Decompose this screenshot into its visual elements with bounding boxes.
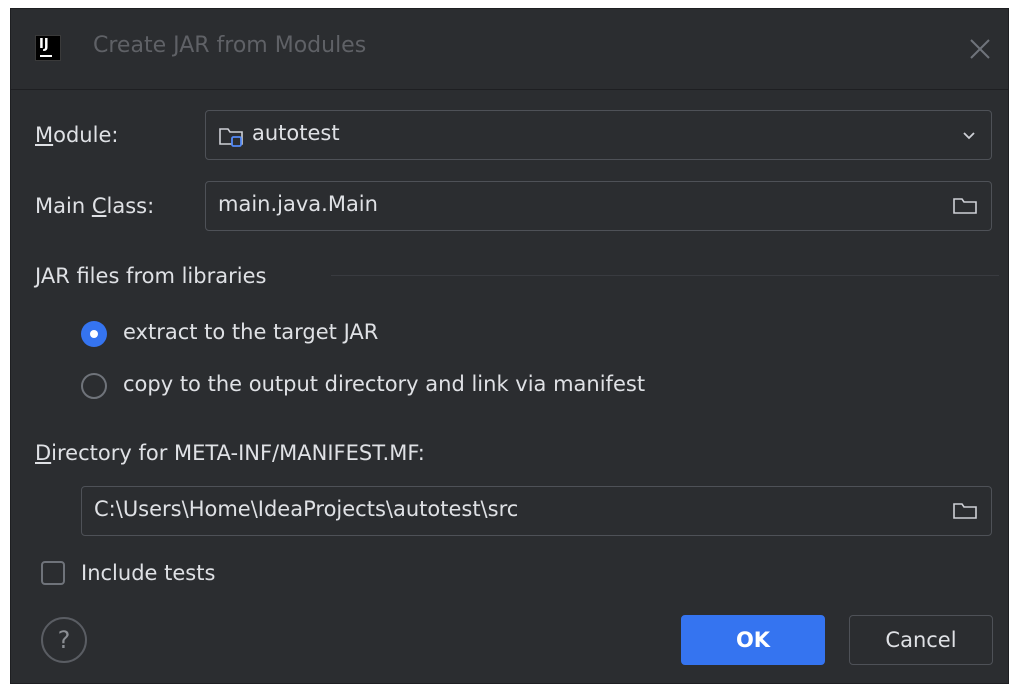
module-label: Module: xyxy=(35,123,119,147)
include-tests-label[interactable]: Include tests xyxy=(81,561,215,585)
include-tests-checkbox[interactable] xyxy=(41,561,65,585)
main-class-label: Main Class: xyxy=(35,194,155,218)
folder-icon xyxy=(953,503,977,519)
libraries-section-title: JAR files from libraries xyxy=(35,264,267,288)
main-class-value: main.java.Main xyxy=(218,192,378,216)
cancel-button[interactable]: Cancel xyxy=(849,615,993,665)
chevron-down-icon xyxy=(963,132,975,140)
module-value: autotest xyxy=(252,121,340,145)
radio-copy-label[interactable]: copy to the output directory and link vi… xyxy=(123,372,645,396)
section-separator xyxy=(331,275,999,276)
close-icon xyxy=(970,39,990,59)
manifest-directory-value: C:\Users\Home\IdeaProjects\autotest\src xyxy=(94,497,519,521)
create-jar-dialog: IJ Create JAR from Modules Module: autot… xyxy=(10,8,1009,684)
radio-extract-label[interactable]: extract to the target JAR xyxy=(123,320,378,344)
title-bar: IJ Create JAR from Modules xyxy=(11,9,1008,90)
module-folder-icon xyxy=(219,128,243,147)
main-class-input[interactable]: main.java.Main xyxy=(205,181,992,231)
radio-copy-and-link-via-manifest[interactable] xyxy=(81,373,107,399)
folder-icon xyxy=(953,198,977,214)
manifest-browse-button[interactable] xyxy=(951,499,979,523)
dialog-title: Create JAR from Modules xyxy=(93,33,367,58)
module-dropdown[interactable]: autotest xyxy=(205,110,992,160)
close-button[interactable] xyxy=(964,33,996,65)
main-class-browse-button[interactable] xyxy=(951,194,979,218)
manifest-directory-label: Directory for META-INF/MANIFEST.MF: xyxy=(35,441,425,465)
intellij-app-icon: IJ xyxy=(35,35,61,61)
help-button[interactable]: ? xyxy=(41,617,87,663)
app-icon-text: IJ xyxy=(39,37,49,52)
radio-extract-to-target-jar[interactable] xyxy=(81,321,107,347)
manifest-directory-input[interactable]: C:\Users\Home\IdeaProjects\autotest\src xyxy=(81,486,992,536)
ok-button[interactable]: OK xyxy=(681,615,825,665)
